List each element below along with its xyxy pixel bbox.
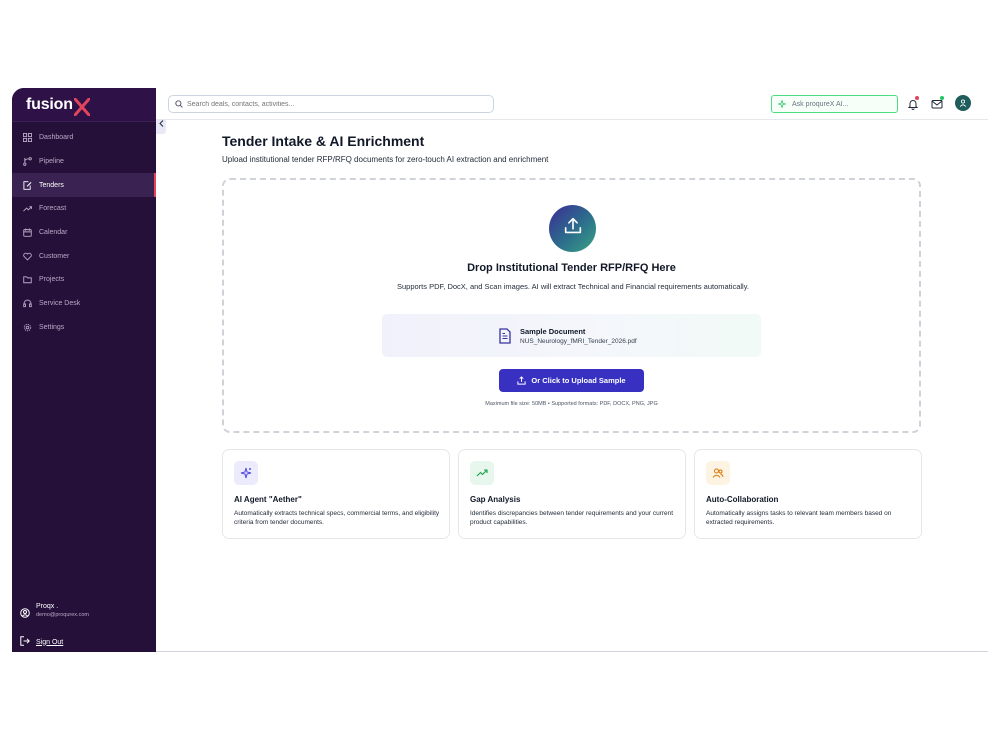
trend-icon [23,204,32,213]
user-name: Proqx . [36,603,59,610]
upload-sample-label: Or Click to Upload Sample [531,376,626,385]
file-edit-icon [23,180,32,190]
calendar-icon [23,228,32,237]
branch-icon [23,157,32,166]
search-input[interactable] [187,100,477,108]
sidebar-item-label: Settings [39,323,65,331]
feature-card-ai-agent: AI Agent "Aether" Automatically extracts… [222,449,450,539]
page-title: Tender Intake & AI Enrichment [222,133,425,149]
feature-title: Gap Analysis [470,495,521,504]
user-profile[interactable]: Proqx . demo@proqurex.com [20,603,89,618]
sidebar-item-label: Dashboard [39,134,74,142]
avatar[interactable] [955,95,971,111]
sidebar-item-label: Tenders [39,181,64,189]
message-dot [940,96,944,100]
sidebar-item-label: Forecast [39,205,67,213]
feature-card-gap-analysis: Gap Analysis Identifies discrepancies be… [458,449,686,539]
notifications-button[interactable] [907,96,919,110]
sidebar-item-label: Service Desk [39,300,81,308]
feature-description: Automatically extracts technical specs, … [234,510,440,526]
page-subtitle: Upload institutional tender RFP/RFQ docu… [222,155,549,164]
feature-cards: AI Agent "Aether" Automatically extracts… [222,449,922,539]
search-icon [175,95,183,113]
feature-title: AI Agent "Aether" [234,495,302,504]
heart-icon [23,252,32,261]
user-icon [959,94,967,112]
folder-icon [23,275,32,284]
users-icon [706,461,730,485]
brand-logo[interactable]: fusion [12,88,156,122]
sidebar-item-forecast[interactable]: Forecast [12,197,156,221]
upload-icon-circle [549,205,596,252]
feature-description: Identifies discrepancies between tender … [470,510,674,526]
file-constraints-note: Maximum file size: 50MB • Supported form… [485,401,658,407]
sample-document-filename: NUS_Neurology_fMRI_Tender_2026.pdf [520,337,637,345]
sidebar-item-label: Customer [39,252,70,260]
brand-x-icon [73,97,91,116]
notification-dot [915,96,919,100]
topbar: Ask proqureX AI... [156,88,988,120]
headset-icon [23,299,32,308]
dropzone-title: Drop Institutional Tender RFP/RFQ Here [467,262,676,274]
messages-button[interactable] [931,96,944,109]
document-icon [498,327,512,344]
feature-card-auto-collaboration: Auto-Collaboration Automatically assigns… [694,449,922,539]
dropzone-description: Supports PDF, DocX, and Scan images. AI … [397,282,749,291]
sign-out-button[interactable]: Sign Out [20,633,63,651]
brand-name: fusion [26,95,73,113]
sidebar-item-customer[interactable]: Customer [12,244,156,268]
feature-title: Auto-Collaboration [706,495,779,504]
feature-description: Automatically assigns tasks to relevant … [706,510,892,526]
sparkle-icon [777,95,787,113]
upload-sample-button[interactable]: Or Click to Upload Sample [499,369,644,392]
sidebar-item-label: Calendar [39,229,68,237]
sidebar-item-tenders[interactable]: Tenders [12,173,156,198]
upload-icon [562,215,584,242]
sidebar-item-settings[interactable]: Settings [12,316,156,340]
main-content: Tender Intake & AI Enrichment Upload ins… [156,120,988,652]
sign-out-label: Sign Out [36,638,64,646]
user-email: demo@proqurex.com [36,612,89,618]
sidebar-item-dashboard[interactable]: Dashboard [12,126,156,150]
sidebar: fusion Dashboard Pipeline Tenders Foreca… [12,88,156,652]
sidebar-item-label: Projects [39,276,65,284]
sample-document-title: Sample Document [520,326,586,336]
search-box[interactable] [168,95,494,113]
sparkle-icon [234,461,258,485]
gear-icon [23,323,32,332]
sidebar-nav: Dashboard Pipeline Tenders Forecast Cale… [12,126,156,339]
user-circle-icon [20,605,30,618]
trend-up-icon [470,461,494,485]
sidebar-item-pipeline[interactable]: Pipeline [12,150,156,174]
upload-dropzone[interactable]: Drop Institutional Tender RFP/RFQ Here S… [222,178,921,433]
upload-icon [517,376,527,385]
ask-ai-input[interactable]: Ask proqureX AI... [771,95,898,113]
sample-document-card[interactable]: Sample Document NUS_Neurology_fMRI_Tende… [382,314,761,357]
ask-ai-label: Ask proqureX AI... [792,100,849,108]
sidebar-item-service-desk[interactable]: Service Desk [12,292,156,316]
sidebar-item-label: Pipeline [39,158,64,166]
app-window: fusion Dashboard Pipeline Tenders Foreca… [12,88,988,652]
sidebar-item-projects[interactable]: Projects [12,268,156,292]
sidebar-item-calendar[interactable]: Calendar [12,221,156,245]
log-out-icon [20,633,30,651]
grid-icon [23,133,32,143]
